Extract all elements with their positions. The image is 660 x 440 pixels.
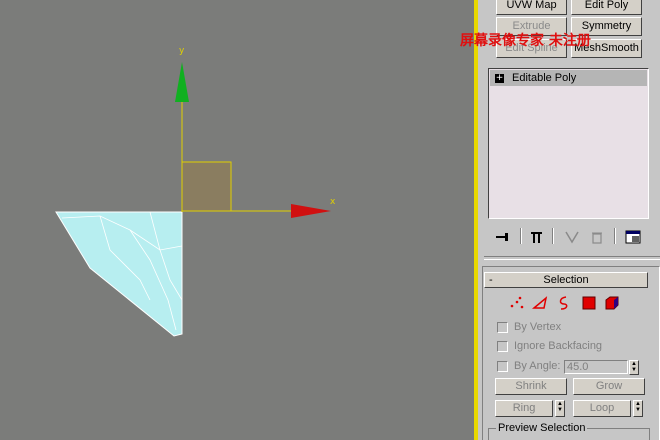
command-panel: UVW Map Edit Poly Extrude Symmetry Edit …	[478, 0, 660, 440]
gizmo-xy-plane-handle[interactable]	[181, 161, 232, 212]
selection-rollout-header[interactable]: - Selection	[484, 272, 648, 288]
loop-spinner[interactable]: ▲ ▼	[633, 400, 643, 417]
grow-button[interactable]: Grow	[573, 378, 645, 395]
toolbar-separator	[614, 228, 616, 244]
by-angle-input[interactable]: 45.0	[564, 360, 628, 374]
preview-selection-label: Preview Selection	[496, 422, 588, 434]
uvw-map-button[interactable]: UVW Map	[496, 0, 567, 15]
by-vertex-checkbox[interactable]	[497, 322, 508, 333]
edit-poly-button[interactable]: Edit Poly	[571, 0, 642, 15]
mesh-object[interactable]	[55, 211, 183, 337]
remove-modifier-icon[interactable]	[588, 229, 606, 245]
loop-button[interactable]: Loop	[573, 400, 631, 417]
panel-divider	[484, 256, 660, 260]
selection-rollout-title: Selection	[543, 274, 589, 286]
toolbar-separator	[520, 228, 522, 244]
viewport-canvas[interactable]	[0, 0, 474, 440]
y-axis-label: y	[179, 46, 185, 56]
by-angle-spinner[interactable]: ▲ ▼	[629, 360, 639, 375]
gizmo-y-arrow[interactable]	[175, 62, 189, 102]
element-icon[interactable]	[604, 295, 620, 314]
x-axis-label: x	[330, 197, 336, 207]
viewport[interactable]: y x	[0, 0, 474, 440]
ring-button[interactable]: Ring	[495, 400, 553, 417]
gizmo-x-arrow[interactable]	[291, 204, 331, 218]
make-unique-icon[interactable]	[563, 229, 581, 245]
ignore-backfacing-checkbox[interactable]	[497, 341, 508, 352]
pin-stack-icon[interactable]	[493, 229, 511, 245]
toolbar-separator	[552, 228, 554, 244]
border-icon[interactable]	[556, 295, 572, 314]
stack-item-editable-poly[interactable]: + Editable Poly	[490, 70, 647, 86]
watermark-text: 屏幕录像专家 未注册	[460, 33, 591, 49]
modifier-stack-list[interactable]: + Editable Poly	[488, 68, 649, 219]
stack-item-label: Editable Poly	[512, 72, 577, 84]
by-angle-checkbox[interactable]	[497, 361, 508, 372]
expand-icon[interactable]: +	[495, 74, 504, 83]
show-end-result-icon[interactable]	[528, 229, 546, 245]
by-angle-label: By Angle:	[514, 360, 561, 372]
configure-modifier-sets-icon[interactable]	[624, 229, 642, 245]
polygon-icon[interactable]	[581, 295, 597, 314]
edge-icon[interactable]	[531, 295, 548, 314]
ring-spinner[interactable]: ▲ ▼	[555, 400, 565, 417]
vertex-icon[interactable]	[509, 295, 525, 314]
shrink-button[interactable]: Shrink	[495, 378, 567, 395]
by-vertex-label: By Vertex	[514, 321, 562, 333]
ignore-backfacing-label: Ignore Backfacing	[514, 340, 603, 352]
